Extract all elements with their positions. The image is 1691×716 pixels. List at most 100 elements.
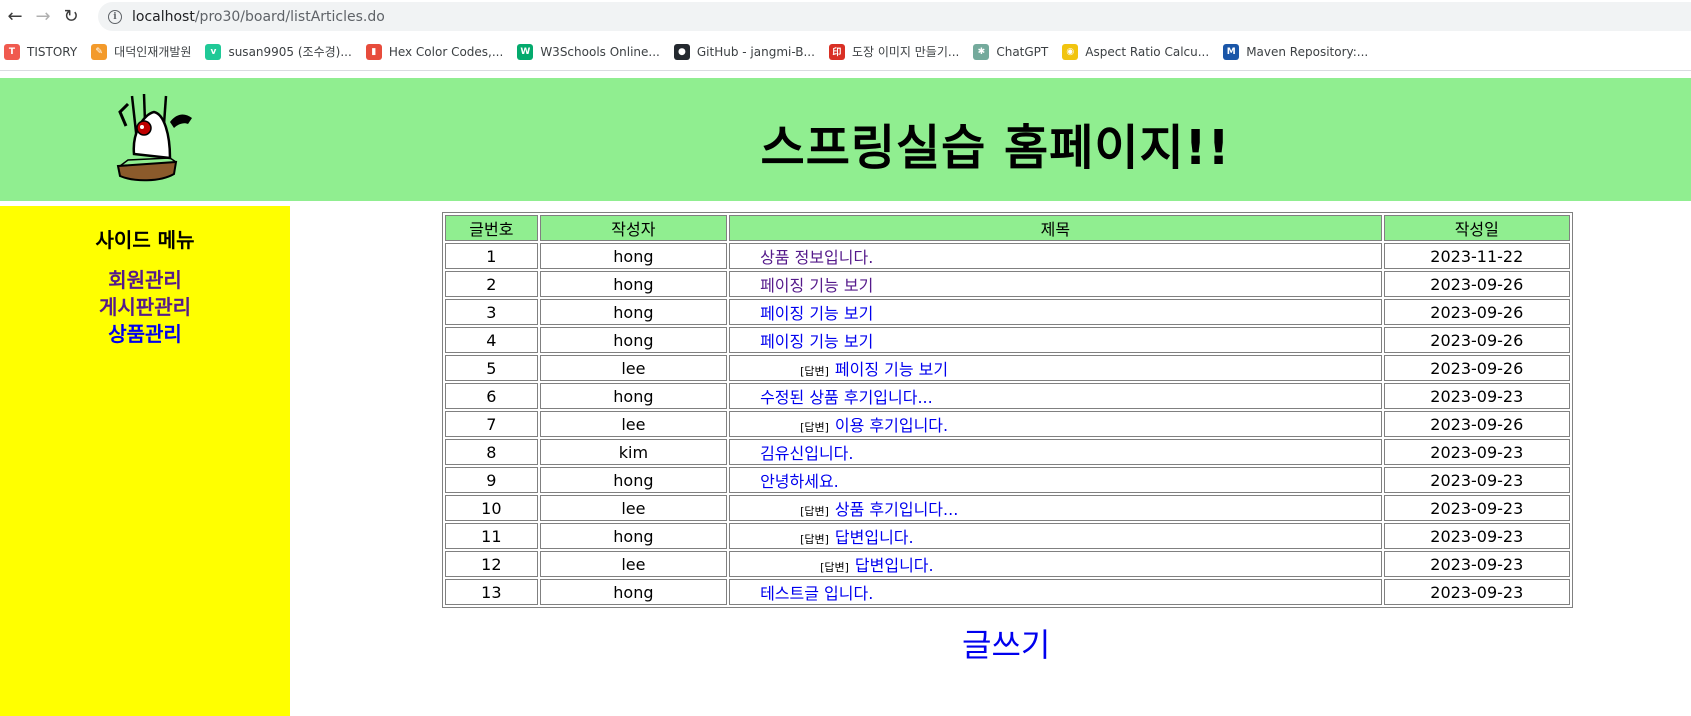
bookmark-item[interactable]: M Maven Repository:...: [1223, 43, 1368, 60]
bookmark-item[interactable]: 印 도장 이미지 만들기...: [828, 43, 959, 60]
cell-writer: lee: [539, 551, 728, 577]
article-title-link[interactable]: 페이징 기능 보기: [760, 304, 873, 323]
article-title-link[interactable]: 수정된 상품 후기입니다...: [760, 388, 933, 407]
velog-icon: v: [205, 43, 222, 60]
article-title-link[interactable]: 페이징 기능 보기: [760, 276, 873, 295]
site-info-icon[interactable]: i: [108, 9, 122, 24]
sidebar-link-product[interactable]: 상품관리: [0, 321, 290, 348]
bookmark-item[interactable]: v susan9905 (조수경)...: [205, 43, 352, 60]
github-icon: ●: [673, 43, 690, 60]
page-header: 스프링실습 홈페이지!!: [0, 78, 1691, 201]
cell-title: [답변] 답변입니다.: [729, 523, 1382, 549]
cell-title: [답변] 답변입니다.: [729, 551, 1382, 577]
header-writer: 작성자: [539, 215, 728, 241]
bookmark-label: Hex Color Codes,...: [388, 44, 504, 59]
bookmark-item[interactable]: ▮ Hex Color Codes,...: [365, 43, 504, 60]
article-title-link[interactable]: 상품 후기입니다...: [835, 500, 958, 519]
browser-toolbar: ← → ↻ i localhost/pro30/board/listArticl…: [0, 0, 1691, 33]
address-bar[interactable]: i localhost/pro30/board/listArticles.do: [98, 2, 1691, 31]
cell-writer: lee: [539, 355, 728, 381]
cell-date: 2023-09-23: [1383, 523, 1570, 549]
tistory-icon: T: [4, 43, 20, 60]
reply-tag: [답변]: [800, 533, 829, 546]
url-text[interactable]: localhost/pro30/board/listArticles.do: [132, 9, 385, 25]
article-title-link[interactable]: 이용 후기입니다.: [835, 416, 948, 435]
table-row: 12 lee [답변] 답변입니다. 2023-09-23: [445, 551, 1570, 577]
write-article-link[interactable]: 글쓰기: [962, 620, 1050, 666]
cell-writer: hong: [539, 383, 728, 409]
cell-date: 2023-09-26: [1383, 271, 1570, 297]
table-row: 4 hong 페이징 기능 보기 2023-09-26: [445, 327, 1570, 353]
table-row: 11 hong [답변] 답변입니다. 2023-09-23: [445, 523, 1570, 549]
cell-title: [답변] 페이징 기능 보기: [729, 355, 1382, 381]
bookmark-label: 대덕인재개발원: [114, 45, 192, 59]
bookmark-item[interactable]: W W3Schools Online...: [517, 43, 660, 60]
sidebar-link-board[interactable]: 게시판관리: [0, 294, 290, 321]
table-row: 3 hong 페이징 기능 보기 2023-09-26: [445, 299, 1570, 325]
back-arrow-icon[interactable]: ←: [2, 4, 28, 30]
reply-tag: [답변]: [800, 365, 829, 378]
bookmarks-bar: T TISTORY ✎ 대덕인재개발원 v susan9905 (조수경)... ▮ Hex …: [0, 33, 1691, 71]
table-row: 9 hong 안녕하세요. 2023-09-23: [445, 467, 1570, 493]
header-no: 글번호: [445, 215, 538, 241]
article-title-link[interactable]: 답변입니다.: [855, 556, 934, 575]
table-row: 6 hong 수정된 상품 후기입니다... 2023-09-23: [445, 383, 1570, 409]
cell-title: [답변] 상품 후기입니다...: [729, 495, 1382, 521]
bookmark-item[interactable]: ◉ Aspect Ratio Calcu...: [1062, 43, 1210, 60]
cell-no: 2: [445, 271, 538, 297]
cell-title: 페이징 기능 보기: [729, 299, 1382, 325]
cell-writer: hong: [539, 299, 728, 325]
articles-table: 글번호 작성자 제목 작성일 1 hong 상품 정보입니다. 2023-11-22 2…: [442, 212, 1573, 608]
forward-arrow-icon[interactable]: →: [30, 4, 56, 30]
cell-writer: lee: [539, 411, 728, 437]
chatgpt-icon: ✱: [973, 43, 990, 60]
article-title-link[interactable]: 테스트글 입니다.: [760, 584, 873, 603]
article-title-link[interactable]: 페이징 기능 보기: [835, 360, 948, 379]
cell-writer: kim: [539, 439, 728, 465]
bookmark-label: W3Schools Online...: [540, 44, 660, 59]
cell-date: 2023-11-22: [1383, 243, 1570, 269]
cell-no: 3: [445, 299, 538, 325]
cell-title: 안녕하세요.: [729, 467, 1382, 493]
article-title-link[interactable]: 안녕하세요.: [760, 472, 839, 491]
article-title-link[interactable]: 김유신입니다.: [760, 444, 853, 463]
sidebar-title: 사이드 메뉴: [95, 228, 195, 252]
table-row: 2 hong 페이징 기능 보기 2023-09-26: [445, 271, 1570, 297]
w3schools-icon: W: [517, 43, 534, 60]
cell-date: 2023-09-23: [1383, 495, 1570, 521]
cell-date: 2023-09-26: [1383, 327, 1570, 353]
cell-date: 2023-09-26: [1383, 355, 1570, 381]
article-title-link[interactable]: 상품 정보입니다.: [760, 248, 873, 267]
reload-icon[interactable]: ↻: [58, 4, 84, 30]
reply-tag: [답변]: [820, 561, 849, 574]
cell-date: 2023-09-23: [1383, 467, 1570, 493]
table-row: 7 lee [답변] 이용 후기입니다. 2023-09-26: [445, 411, 1570, 437]
cell-title: 상품 정보입니다.: [729, 243, 1382, 269]
cell-no: 9: [445, 467, 538, 493]
article-title-link[interactable]: 답변입니다.: [835, 528, 914, 547]
cell-no: 13: [445, 579, 538, 605]
cell-date: 2023-09-23: [1383, 551, 1570, 577]
table-row: 10 lee [답변] 상품 후기입니다... 2023-09-23: [445, 495, 1570, 521]
bookmark-item[interactable]: T TISTORY: [4, 43, 77, 60]
cell-no: 11: [445, 523, 538, 549]
cell-writer: hong: [539, 271, 728, 297]
cell-writer: hong: [539, 243, 728, 269]
article-title-link[interactable]: 페이징 기능 보기: [760, 332, 873, 351]
cell-no: 10: [445, 495, 538, 521]
cell-no: 4: [445, 327, 538, 353]
cell-writer: hong: [539, 327, 728, 353]
bookmark-item[interactable]: ✱ ChatGPT: [973, 43, 1048, 60]
bookmark-item[interactable]: ✎ 대덕인재개발원: [91, 43, 191, 60]
cell-title: 김유신입니다.: [729, 439, 1382, 465]
bookmark-label: Aspect Ratio Calcu...: [1085, 44, 1210, 59]
reply-tag: [답변]: [800, 421, 829, 434]
page-title: 스프링실습 홈페이지!!: [760, 120, 1231, 176]
reply-tag: [답변]: [800, 505, 829, 518]
table-row: 8 kim 김유신입니다. 2023-09-23: [445, 439, 1570, 465]
cell-date: 2023-09-26: [1383, 299, 1570, 325]
cell-date: 2023-09-23: [1383, 579, 1570, 605]
bookmark-item[interactable]: ● GitHub - jangmi-B...: [673, 43, 815, 60]
sidebar-link-member[interactable]: 회원관리: [0, 267, 290, 294]
header-title: 제목: [729, 215, 1382, 241]
